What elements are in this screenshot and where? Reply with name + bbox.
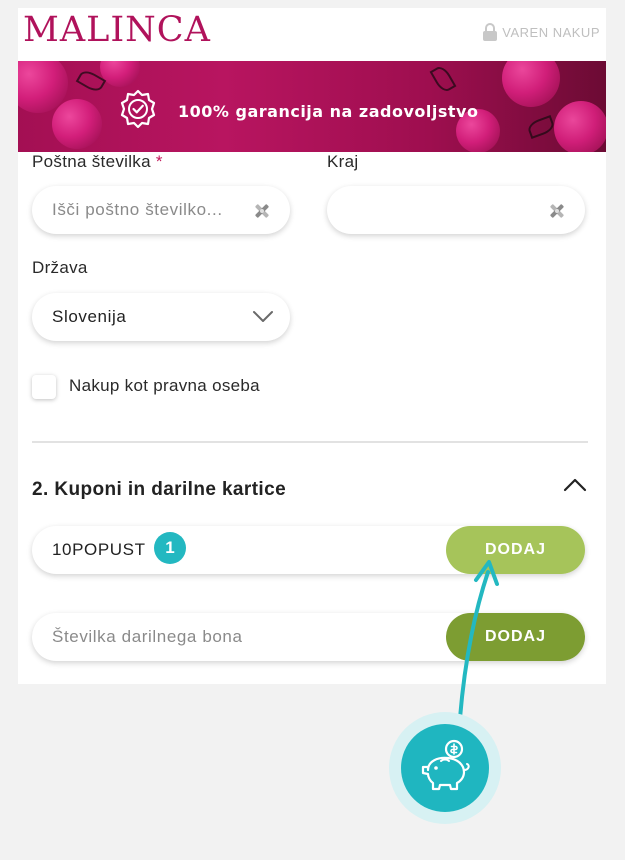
- piggy-bank-icon: [401, 724, 489, 812]
- postal-code-placeholder: Išči poštno številko...: [52, 200, 223, 219]
- clear-field-icon[interactable]: [547, 201, 567, 226]
- header: MALINCA VAREN NAKUP: [18, 8, 606, 61]
- clear-field-icon[interactable]: [252, 201, 272, 226]
- section-divider: [32, 441, 588, 443]
- country-select[interactable]: Slovenija: [32, 293, 290, 341]
- collapse-section-icon[interactable]: [563, 477, 587, 498]
- chevron-down-icon: [252, 309, 274, 329]
- postal-code-label: Poštna številka *: [32, 152, 163, 171]
- checkout-card: MALINCA VAREN NAKUP 100% garancija na za…: [18, 8, 606, 684]
- legal-entity-label: Nakup kot pravna oseba: [69, 376, 260, 395]
- country-value: Slovenija: [52, 307, 127, 326]
- coupon-code-value: 10POPUST: [52, 540, 146, 559]
- secure-purchase-label: VAREN NAKUP: [502, 24, 600, 40]
- required-marker: *: [155, 152, 163, 171]
- verified-badge-icon: [118, 89, 158, 133]
- guarantee-banner: 100% garancija na zadovoljstvo: [18, 61, 606, 152]
- guarantee-message: 100% garancija na zadovoljstvo: [118, 89, 478, 133]
- postal-code-search-input[interactable]: Išči poštno številko...: [32, 186, 290, 234]
- legal-entity-checkbox[interactable]: [32, 375, 56, 399]
- add-gift-card-button[interactable]: DODAJ: [446, 613, 585, 661]
- country-label: Država: [32, 258, 88, 277]
- gift-card-placeholder: Številka darilnega bona: [52, 627, 243, 646]
- secure-purchase-indicator: VAREN NAKUP: [482, 22, 600, 42]
- guarantee-text: 100% garancija na zadovoljstvo: [178, 101, 479, 121]
- add-coupon-button[interactable]: DODAJ: [446, 526, 585, 574]
- city-input[interactable]: [327, 186, 585, 234]
- logo[interactable]: MALINCA: [23, 10, 211, 50]
- step-number-badge: 1: [154, 532, 186, 564]
- lock-icon: [482, 22, 498, 42]
- coupons-section-title: 2. Kuponi in darilne kartice: [32, 479, 287, 500]
- city-label: Kraj: [327, 152, 359, 171]
